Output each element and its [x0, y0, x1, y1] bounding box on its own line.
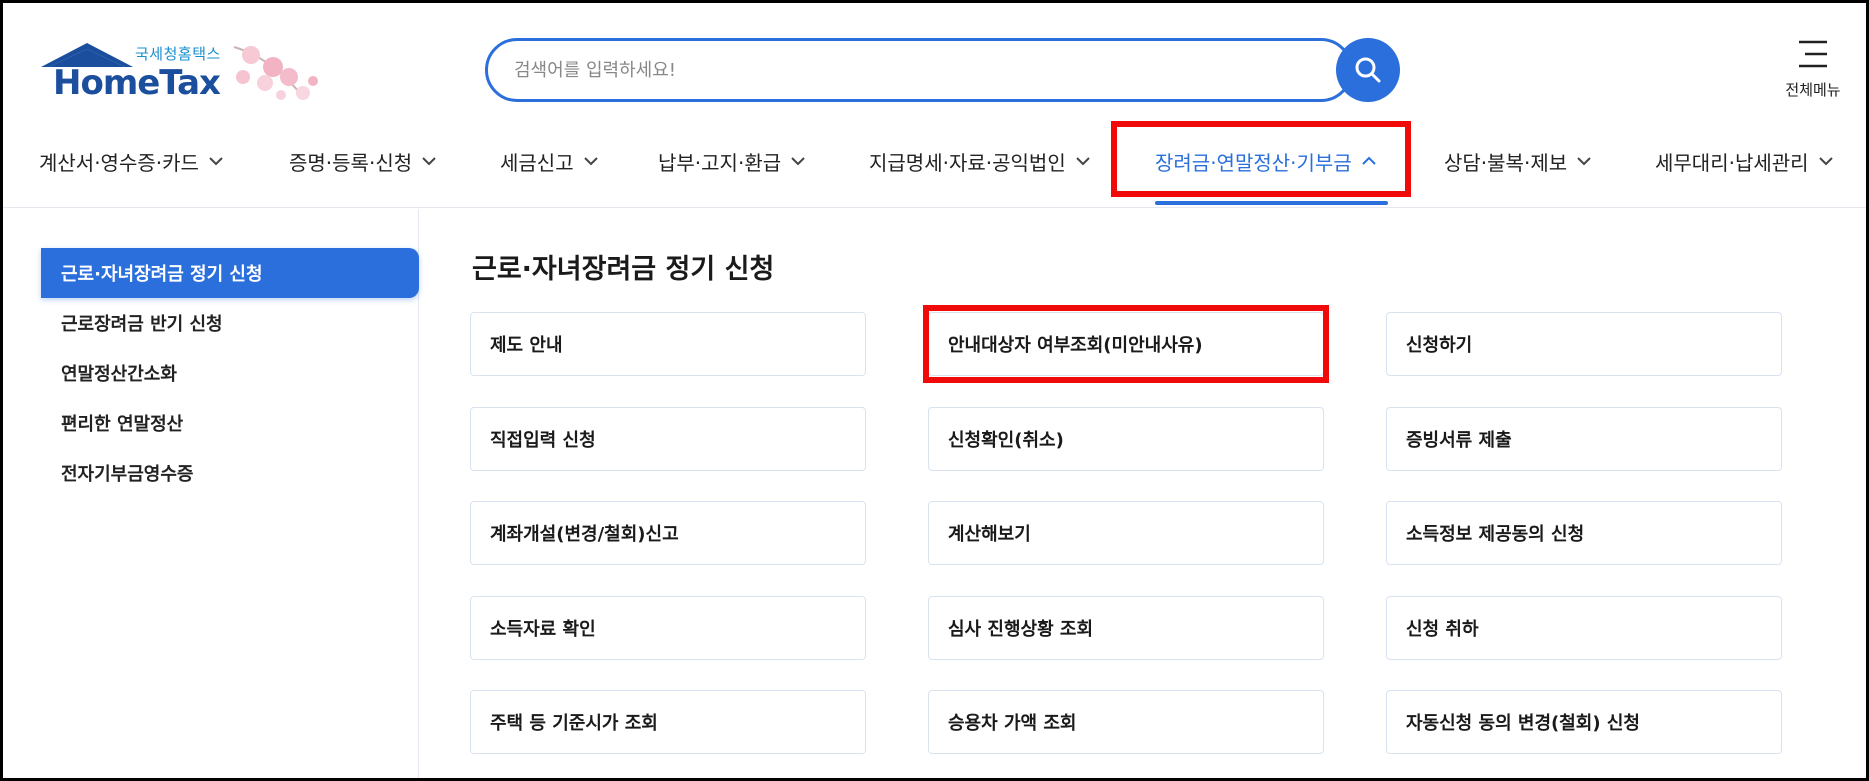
logo-english-text: HomeTax — [53, 63, 221, 103]
menu-card-label: 신청하기 — [1406, 335, 1473, 356]
gnb-label: 상담·불복·제보 — [1444, 150, 1568, 175]
gnb-label: 장려금·연말정산·기부금 — [1155, 150, 1352, 175]
chevron-up-icon — [1362, 156, 1376, 165]
page-title: 근로·자녀장려금 정기 신청 — [472, 254, 775, 285]
menu-card[interactable]: 안내대상자 여부조회(미안내사유) — [928, 312, 1324, 376]
menu-card[interactable]: 계좌개설(변경/철회)신고 — [470, 501, 866, 565]
gnb-item-tax-return[interactable]: 세금신고 — [500, 141, 598, 181]
menu-card[interactable]: 제도 안내 — [470, 312, 866, 376]
gnb-label: 계산서·영수증·카드 — [39, 150, 199, 175]
menu-card-label: 승용차 가액 조회 — [948, 713, 1077, 734]
search-input[interactable] — [485, 38, 1353, 102]
menu-card-label: 주택 등 기준시가 조회 — [490, 713, 658, 734]
menu-card[interactable]: 소득정보 제공동의 신청 — [1386, 501, 1782, 565]
sidebar-item-label: 전자기부금영수증 — [61, 464, 194, 485]
menu-card[interactable]: 심사 진행상황 조회 — [928, 596, 1324, 660]
gnb-label: 납부·고지·환급 — [658, 150, 782, 175]
chevron-down-icon — [1076, 157, 1090, 166]
menu-card-label: 신청확인(취소) — [948, 430, 1064, 451]
sidebar-item-regular-application[interactable]: 근로·자녀장려금 정기 신청 — [41, 248, 419, 298]
chevron-down-icon — [1577, 157, 1591, 166]
all-menu-button[interactable]: 전체메뉴 — [1773, 39, 1853, 100]
menu-card-label: 제도 안내 — [490, 335, 563, 356]
menu-card-label: 안내대상자 여부조회(미안내사유) — [948, 335, 1203, 356]
sidebar-item-half-year[interactable]: 근로장려금 반기 신청 — [41, 298, 419, 348]
menu-card-label: 신청 취하 — [1406, 619, 1479, 640]
sidebar-item-donation-receipt[interactable]: 전자기부금영수증 — [41, 448, 419, 498]
sidebar-item-label: 근로장려금 반기 신청 — [61, 314, 223, 335]
gnb-label: 증명·등록·신청 — [289, 150, 413, 175]
gnb-item-consult[interactable]: 상담·불복·제보 — [1444, 141, 1591, 181]
menu-card-label: 직접입력 신청 — [490, 430, 596, 451]
menu-card[interactable]: 신청확인(취소) — [928, 407, 1324, 471]
gnb-item-tax-agent[interactable]: 세무대리·납세관리 — [1655, 141, 1833, 181]
gnb-item-incentive[interactable]: 장려금·연말정산·기부금 — [1155, 141, 1376, 181]
menu-card[interactable]: 신청 취하 — [1386, 596, 1782, 660]
sidebar-item-label: 근로·자녀장려금 정기 신청 — [61, 264, 263, 285]
chevron-down-icon — [209, 157, 223, 166]
menu-card[interactable]: 증빙서류 제출 — [1386, 407, 1782, 471]
menu-card-label: 계좌개설(변경/철회)신고 — [490, 524, 679, 545]
gnb-label: 세금신고 — [500, 150, 574, 175]
menu-card-label: 소득정보 제공동의 신청 — [1406, 524, 1585, 545]
sidebar-item-convenient[interactable]: 편리한 연말정산 — [41, 398, 419, 448]
header: 국세청홈택스 HomeTax 검색어를 입력하세요! 전체메뉴 계산서·영수증·… — [3, 3, 1866, 208]
sidebar-item-label: 연말정산간소화 — [61, 364, 177, 385]
cherry-blossom-icon — [233, 46, 318, 100]
gnb-label: 지급명세·자료·공익법인 — [869, 150, 1066, 175]
app-window: 국세청홈택스 HomeTax 검색어를 입력하세요! 전체메뉴 계산서·영수증·… — [3, 3, 1866, 778]
menu-card[interactable]: 직접입력 신청 — [470, 407, 866, 471]
hometax-logo[interactable]: 국세청홈택스 HomeTax — [39, 37, 339, 107]
gnb-label: 세무대리·납세관리 — [1655, 150, 1809, 175]
chevron-down-icon — [583, 157, 598, 166]
hamburger-icon — [1799, 40, 1827, 68]
gnb-item-invoice[interactable]: 계산서·영수증·카드 — [39, 141, 223, 181]
active-tab-indicator — [1155, 201, 1388, 205]
logo-korean-text: 국세청홈택스 — [135, 45, 221, 63]
sidebar: 근로·자녀장려금 정기 신청 근로장려금 반기 신청 연말정산간소화 편리한 연… — [3, 209, 419, 778]
search-bar — [485, 38, 1402, 102]
menu-card[interactable]: 자동신청 동의 변경(철회) 신청 — [1386, 690, 1782, 754]
menu-card[interactable]: 주택 등 기준시가 조회 — [470, 690, 866, 754]
search-button[interactable] — [1336, 38, 1400, 102]
menu-card-label: 계산해보기 — [948, 524, 1031, 545]
main-content: 근로·자녀장려금 정기 신청 제도 안내 안내대상자 여부조회(미안내사유) 신… — [420, 209, 1866, 778]
menu-card-label: 증빙서류 제출 — [1406, 430, 1512, 451]
menu-card-label: 소득자료 확인 — [490, 619, 596, 640]
sidebar-item-simplified[interactable]: 연말정산간소화 — [41, 348, 419, 398]
chevron-down-icon — [791, 157, 805, 166]
chevron-down-icon — [1818, 157, 1833, 166]
gnb-item-payment-statement[interactable]: 지급명세·자료·공익법인 — [869, 141, 1090, 181]
menu-card[interactable]: 신청하기 — [1386, 312, 1782, 376]
menu-card[interactable]: 계산해보기 — [928, 501, 1324, 565]
menu-card-label: 심사 진행상황 조회 — [948, 619, 1094, 640]
gnb-item-certificate[interactable]: 증명·등록·신청 — [289, 141, 436, 181]
menu-card-label: 자동신청 동의 변경(철회) 신청 — [1406, 713, 1640, 734]
menu-card[interactable]: 소득자료 확인 — [470, 596, 866, 660]
gnb-item-payment[interactable]: 납부·고지·환급 — [658, 141, 805, 181]
sidebar-item-label: 편리한 연말정산 — [61, 414, 184, 435]
chevron-down-icon — [422, 157, 436, 166]
all-menu-label: 전체메뉴 — [1785, 81, 1841, 99]
menu-card[interactable]: 승용차 가액 조회 — [928, 690, 1324, 754]
global-nav: 계산서·영수증·카드 증명·등록·신청 세금신고 납부·고지·환급 지급명세·자… — [3, 121, 1866, 207]
search-icon — [1355, 57, 1381, 83]
